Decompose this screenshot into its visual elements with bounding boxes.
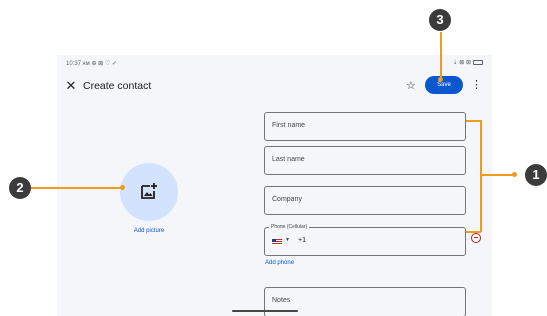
top-app-bar: ✕ Create contact ☆ Save ⋮	[57, 73, 492, 101]
star-icon[interactable]: ☆	[406, 79, 416, 93]
callout-3-badge: 3	[429, 9, 451, 31]
last-name-placeholder: Last name	[272, 156, 305, 163]
callout-1-bracket-bottom	[466, 231, 481, 233]
callout-1-dot	[512, 172, 517, 177]
phone-field[interactable]: Phone (Cellular) ▼ +1	[264, 224, 466, 256]
first-name-field[interactable]: First name	[264, 112, 466, 141]
page-title: Create contact	[83, 80, 152, 92]
callout-1-bracket-vertical	[480, 120, 482, 232]
us-flag-icon[interactable]	[272, 239, 282, 245]
last-name-field[interactable]: Last name	[264, 146, 466, 175]
callout-1-connector	[480, 174, 514, 176]
remove-circle-icon[interactable]	[471, 233, 481, 243]
more-vert-icon[interactable]: ⋮	[471, 78, 482, 92]
first-name-placeholder: First name	[272, 122, 306, 129]
callout-2-dot	[120, 185, 125, 190]
status-bar: 10:37 ᴀᴍ ⊕ ⊠ ♡ ✓ ⇣ ⊠ ⊠	[57, 55, 492, 71]
annotated-screenshot: 10:37 ᴀᴍ ⊕ ⊠ ♡ ✓ ⇣ ⊠ ⊠ ✕ Create contact …	[0, 0, 547, 316]
status-time: 10:37 ᴀᴍ ⊕ ⊠ ♡ ✓	[66, 61, 117, 67]
company-placeholder: Company	[272, 196, 302, 203]
phone-label: Phone (Cellular)	[269, 224, 310, 230]
callout-2-badge: 2	[9, 177, 31, 199]
save-button[interactable]: Save	[425, 76, 463, 94]
callout-1-badge: 1	[525, 164, 547, 186]
add-photo-icon	[141, 183, 157, 199]
callout-1-bracket-top	[466, 120, 481, 122]
add-phone-link[interactable]: Add phone	[265, 260, 294, 266]
notes-placeholder: Notes	[272, 297, 291, 304]
phone-country-code: +1	[298, 237, 306, 244]
callout-2-connector	[30, 187, 123, 189]
callout-3-connector	[440, 32, 442, 80]
close-icon[interactable]: ✕	[64, 79, 78, 93]
add-picture-button[interactable]	[120, 163, 178, 221]
add-picture-link[interactable]: Add picture	[129, 228, 169, 234]
callout-3-dot	[438, 77, 443, 82]
status-icons-text: ⇣ ⊠ ⊠	[452, 60, 471, 66]
status-icons: ⇣ ⊠ ⊠	[453, 59, 483, 66]
battery-icon	[473, 60, 483, 65]
country-dropdown-icon[interactable]: ▼	[285, 237, 290, 243]
company-field[interactable]: Company	[264, 186, 466, 215]
navigation-handle	[232, 310, 298, 312]
